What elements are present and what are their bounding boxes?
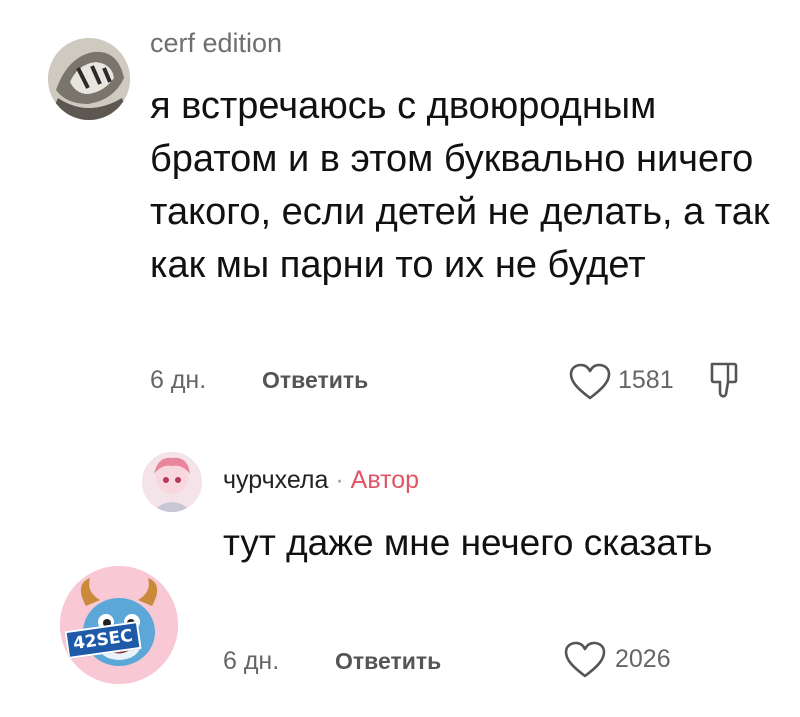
reply-author-avatar[interactable] bbox=[142, 452, 202, 512]
author-badge: Автор bbox=[350, 466, 420, 494]
dislike-button[interactable] bbox=[708, 360, 740, 405]
reply-button[interactable]: Ответить bbox=[262, 367, 368, 394]
commenter-avatar[interactable] bbox=[48, 38, 130, 120]
separator: · bbox=[335, 466, 344, 494]
comment-timestamp: 6 дн. bbox=[150, 366, 207, 394]
reply-text: тут даже мне нечего сказать bbox=[223, 522, 713, 563]
comment-text: я встречаюсь с двоюродным братом и в это… bbox=[150, 85, 770, 286]
reply-timestamp: 6 дн. bbox=[223, 647, 280, 675]
watermark-logo: 42SEC bbox=[60, 566, 178, 684]
heart-outline-icon bbox=[564, 641, 606, 678]
like-count: 2026 bbox=[615, 645, 671, 673]
comment-username[interactable]: cerf edition bbox=[150, 28, 282, 59]
like-count: 1581 bbox=[618, 366, 674, 394]
avatar-image bbox=[48, 38, 130, 120]
reply-username[interactable]: чурчхела bbox=[223, 466, 328, 494]
reply-username-line: чурчхела · Автор bbox=[223, 466, 419, 495]
avatar-image bbox=[142, 452, 202, 512]
dislike-icon bbox=[710, 362, 738, 398]
like-button[interactable] bbox=[563, 640, 607, 685]
reply-button[interactable]: Ответить bbox=[335, 648, 441, 675]
like-button[interactable] bbox=[568, 362, 612, 407]
heart-outline-icon bbox=[569, 363, 611, 400]
